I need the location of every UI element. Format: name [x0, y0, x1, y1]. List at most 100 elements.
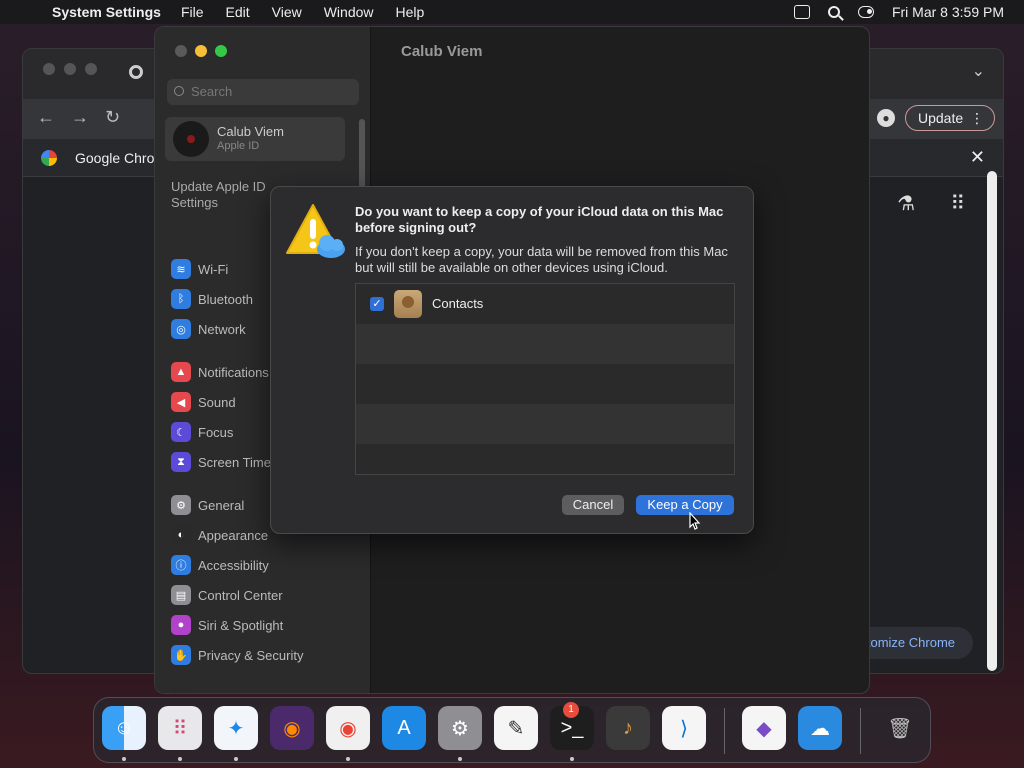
reload-icon[interactable]: ↻ — [105, 107, 120, 128]
menu-view[interactable]: View — [272, 4, 302, 20]
menu-file[interactable]: File — [181, 4, 204, 20]
contacts-app-icon — [394, 290, 422, 318]
settings-search-input[interactable]: Search — [167, 79, 359, 105]
menu-clock[interactable]: Fri Mar 8 3:59 PM — [892, 4, 1004, 20]
dock-visual-studio-icon[interactable]: ◆ — [742, 706, 786, 750]
search-placeholder: Search — [191, 84, 233, 99]
sidebar-item-label: Bluetooth — [198, 291, 253, 307]
dock-running-indicator — [458, 757, 462, 761]
apple-id-account[interactable]: Calub Viem Apple ID — [165, 117, 345, 161]
account-subtitle: Apple ID — [217, 140, 260, 152]
list-item[interactable]: ✓ Contacts — [356, 284, 734, 324]
chrome-logo-icon — [41, 150, 57, 166]
sidebar-item-label: General — [198, 497, 245, 513]
sidebar-item-focus[interactable]: ☾ Focus — [171, 421, 233, 443]
notifications-icon: ▲ — [171, 362, 191, 382]
menu-bar: System Settings File Edit View Window He… — [0, 0, 1024, 24]
menu-help[interactable]: Help — [396, 4, 425, 20]
control-center-icon: ▤ — [171, 585, 191, 605]
profile-icon[interactable]: ● — [877, 109, 895, 127]
dock-finder-icon[interactable]: ☺ — [102, 706, 146, 750]
sidebar-item-label: Wi-Fi — [198, 261, 229, 277]
accessibility-icon: ⓘ — [171, 555, 191, 575]
page-title: Calub Viem — [401, 43, 483, 60]
dialog-title: Do you want to keep a copy of your iClou… — [355, 204, 724, 235]
dock-system-settings-icon[interactable]: ⚙ — [438, 706, 482, 750]
warning-icloud-icon — [286, 204, 345, 258]
sidebar-item-label: Sound — [198, 394, 236, 410]
dock-google-chrome-icon[interactable]: ◉ — [326, 706, 370, 750]
cancel-button[interactable]: Cancel — [562, 495, 624, 515]
sidebar-item-desktop-dock[interactable]: ▭ Desktop & Dock — [171, 687, 291, 693]
control-center-icon[interactable] — [857, 6, 874, 18]
zoom-window-button[interactable] — [215, 45, 227, 57]
menu-edit[interactable]: Edit — [226, 4, 250, 20]
sidebar-item-privacy-security[interactable]: ✋ Privacy & Security — [171, 644, 303, 666]
dock-textedit-icon[interactable]: ✎ — [494, 706, 538, 750]
sidebar-item-label: Control Center — [198, 587, 283, 603]
sidebar-item-notifications[interactable]: ▲ Notifications — [171, 361, 269, 383]
sidebar-item-wi-fi[interactable]: ≋ Wi-Fi — [171, 258, 228, 280]
dock-weather-icon[interactable]: ☁ — [798, 706, 842, 750]
search-icon — [174, 86, 184, 96]
dock-trash-icon[interactable]: 🗑 — [878, 706, 922, 750]
spotlight-search-icon[interactable] — [827, 6, 840, 18]
dock-running-indicator — [570, 757, 574, 761]
sidebar-item-label: Focus — [198, 424, 234, 440]
dock-firefox-icon[interactable]: ◉ — [270, 706, 314, 750]
dock-app-store-icon[interactable]: A — [382, 706, 426, 750]
sidebar-item-sound[interactable]: ◀ Sound — [171, 391, 236, 413]
chevron-down-icon[interactable]: ⌄ — [972, 61, 985, 81]
general-icon: ⚙ — [171, 495, 191, 515]
keep-a-copy-button[interactable]: Keep a Copy — [636, 495, 734, 515]
menu-app-name[interactable]: System Settings — [52, 4, 161, 20]
sidebar-item-screen-time[interactable]: ⧗ Screen Time — [171, 451, 271, 473]
sound-icon: ◀ — [171, 392, 191, 412]
forward-arrow-icon[interactable]: → — [71, 107, 89, 128]
menu-window[interactable]: Window — [324, 4, 374, 20]
sidebar-item-label: Accessibility — [198, 557, 269, 573]
chrome-scrollbar[interactable] — [987, 171, 997, 671]
sidebar-item-bluetooth[interactable]: ᛒ Bluetooth — [171, 288, 253, 310]
notification-badge: 1 — [563, 702, 579, 718]
contacts-checkbox[interactable]: ✓ — [370, 297, 384, 311]
labs-flask-icon[interactable]: ⚗ — [897, 191, 915, 216]
chrome-update-button[interactable]: Update ⋮ — [905, 105, 995, 131]
chrome-tab-icon[interactable] — [129, 65, 143, 79]
sidebar-item-accessibility[interactable]: ⓘ Accessibility — [171, 554, 269, 576]
dock-visual-studio-code-icon[interactable]: ⟩ — [662, 706, 706, 750]
empty-row — [356, 404, 734, 444]
google-apps-grid-icon[interactable]: ⠿ — [950, 191, 965, 216]
dock-garageband-icon[interactable]: ♪ — [606, 706, 650, 750]
dialog-message: If you don't keep a copy, your data will… — [355, 244, 728, 275]
dock-launchpad-icon[interactable]: ⠿ — [158, 706, 202, 750]
contacts-label: Contacts — [432, 296, 484, 311]
more-menu-icon[interactable]: ⋮ — [970, 106, 984, 130]
sidebar-item-appearance[interactable]: ◐ Appearance — [171, 524, 268, 546]
dock-separator — [724, 708, 725, 754]
close-window-button[interactable] — [175, 45, 187, 57]
screen-mirroring-icon[interactable] — [793, 5, 810, 19]
sidebar-scrollbar[interactable] — [359, 119, 365, 189]
dock-running-indicator — [122, 757, 126, 761]
appearance-icon: ◐ — [171, 525, 191, 545]
sidebar-item-network[interactable]: ◎ Network — [171, 318, 246, 340]
empty-row — [356, 324, 734, 364]
dock: ☺ ⠿ ✦ ◉ ◉ A ⚙ ✎ >_ ♪ ⟩ ◆ ☁ 🗑 1 — [93, 697, 931, 763]
privacy-security-icon: ✋ — [171, 645, 191, 665]
sidebar-item-label: Screen Time — [198, 454, 271, 470]
dock-safari-icon[interactable]: ✦ — [214, 706, 258, 750]
sidebar-item-siri-spotlight[interactable]: ● Siri & Spotlight — [171, 614, 283, 636]
desktop-dock-icon: ▭ — [171, 688, 191, 693]
siri-spotlight-icon: ● — [171, 615, 191, 635]
sidebar-item-control-center[interactable]: ▤ Control Center — [171, 584, 283, 606]
update-label: Update — [918, 110, 964, 126]
chrome-traffic-lights[interactable] — [43, 63, 97, 75]
dock-running-indicator — [178, 757, 182, 761]
sidebar-item-general[interactable]: ⚙ General — [171, 494, 244, 516]
keep-icloud-data-dialog: Do you want to keep a copy of your iClou… — [270, 186, 754, 534]
back-arrow-icon[interactable]: ← — [37, 107, 55, 128]
traffic-lights — [175, 45, 227, 57]
minimize-window-button[interactable] — [195, 45, 207, 57]
close-icon[interactable]: ✕ — [970, 147, 985, 168]
